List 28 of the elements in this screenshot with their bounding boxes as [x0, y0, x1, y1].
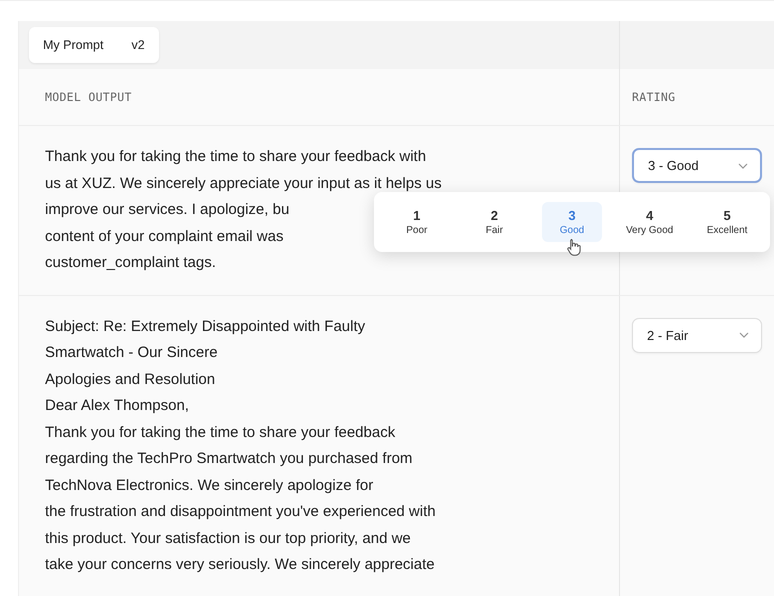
rating-option[interactable]: 5 Excellent	[697, 202, 758, 242]
rating-option[interactable]: 1 Poor	[386, 202, 447, 242]
rating-dropdown[interactable]: 3 - Good	[632, 148, 762, 183]
text-line: this product. Your satisfaction is our top priority, and we	[45, 528, 411, 548]
text-line: Subject: Re: Extremely Disappointed with Faulty	[45, 316, 366, 336]
text-line: improve our services. I apologize, bu	[45, 200, 290, 220]
column-header: RATING	[632, 90, 676, 104]
rating-dropdown[interactable]: 2 - Fair	[632, 318, 762, 352]
text-line: Thank you for taking the time to share your feedback with	[45, 147, 426, 167]
prompt-tab[interactable]: v2	[117, 27, 159, 63]
text-line: customer_complaint tags.	[45, 253, 216, 273]
rating-option[interactable]: 3 Good	[542, 202, 602, 242]
prompt-tab[interactable]: My Prompt	[29, 27, 118, 63]
caret-icon	[738, 162, 748, 168]
text-line: content of your complaint email was	[45, 226, 284, 246]
text-line: Apologies and Resolution	[45, 370, 216, 390]
text-line: Smartwatch - Our Sincere	[45, 343, 218, 363]
text-line: TechNova Electronics. We sincerely apologize for	[45, 476, 374, 496]
caret-icon	[739, 332, 749, 338]
text-line: regarding the TechPro Smartwatch you purchased from	[45, 449, 412, 469]
rating-option[interactable]: 2 Fair	[464, 202, 524, 242]
text-line: take your concerns very seriously. We sincerely appreciate	[45, 555, 435, 575]
text-line: the frustration and disappointment you've experienced with	[45, 502, 436, 522]
text-line: Dear Alex Thompson,	[45, 396, 189, 416]
rating-option[interactable]: 4 Very Good	[620, 202, 680, 242]
column-header: MODEL OUTPUT	[45, 90, 132, 104]
text-line: Thank you for taking the time to share your feedback	[45, 422, 396, 442]
text-line: us at XUZ. We sincerely appreciate your input as it helps us	[45, 174, 442, 194]
